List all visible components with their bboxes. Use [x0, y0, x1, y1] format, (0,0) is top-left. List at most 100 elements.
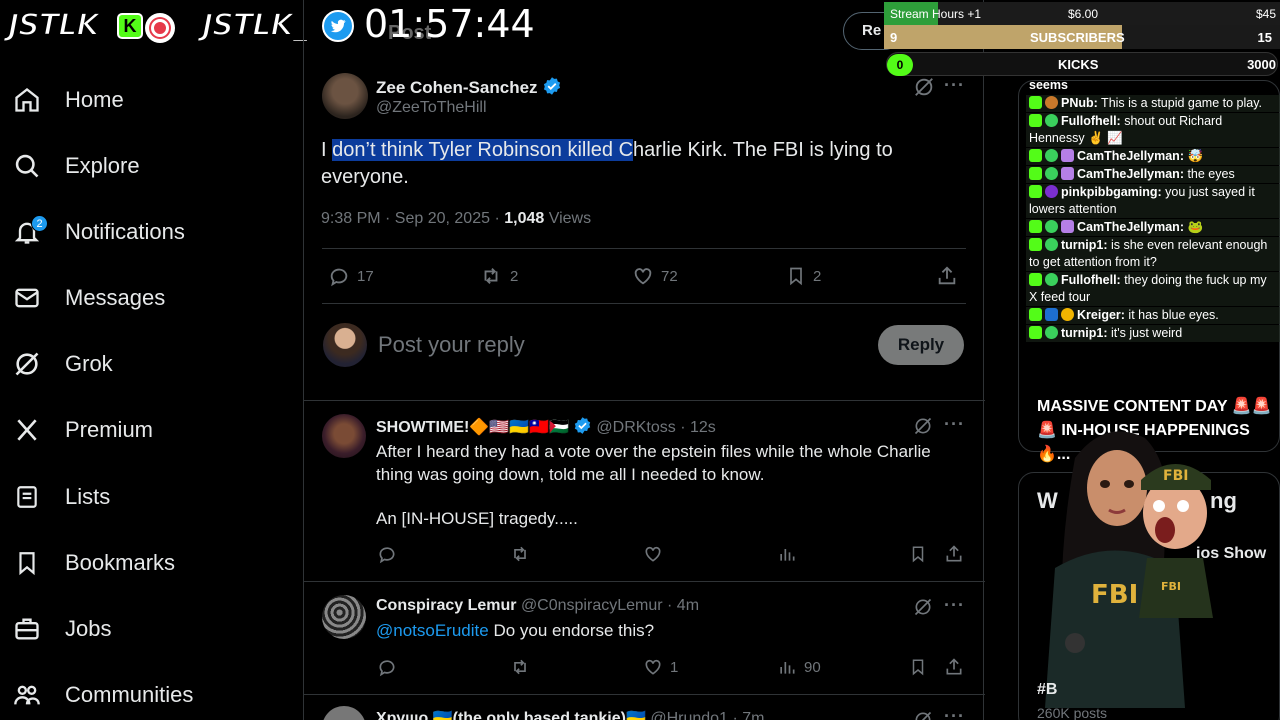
sidebar-item-lists[interactable]: Lists: [12, 472, 110, 522]
views-label: Views: [544, 210, 592, 227]
chat-text: This is a stupid game to play.: [1097, 96, 1263, 110]
reply-time[interactable]: · 4m: [667, 597, 699, 614]
heart-icon: [634, 268, 652, 285]
avatar[interactable]: [322, 595, 366, 639]
reply-action[interactable]: 17: [328, 265, 374, 287]
sidebar-item-label: Premium: [65, 417, 154, 442]
avatar[interactable]: [322, 414, 366, 458]
reply-input[interactable]: Post your reply: [378, 332, 525, 358]
bookmark-count: 2: [813, 267, 822, 285]
share-icon[interactable]: [936, 265, 958, 287]
kick-badge-icon: [1029, 114, 1042, 127]
sidebar-item-label: Lists: [65, 484, 111, 509]
author-name[interactable]: SHOWTIME!🔶🇺🇸🇺🇦🇹🇼🇵🇸: [376, 419, 569, 436]
analytics-icon: [780, 662, 795, 674]
x-icon: [12, 415, 42, 445]
kick-badge-icon: [1029, 96, 1042, 109]
reply-icon[interactable]: [377, 657, 397, 677]
repost-action[interactable]: 2: [479, 265, 518, 287]
user-badge-icon: [1045, 149, 1058, 162]
chat-user: Fullofhell:: [1061, 114, 1121, 128]
sidebar-item-bookmarks[interactable]: Bookmarks: [12, 538, 175, 588]
chat-message: Kreiger: it has blue eyes.: [1026, 307, 1280, 324]
share-icon[interactable]: [944, 657, 964, 677]
sidebar-item-jobs[interactable]: Jobs: [12, 604, 111, 654]
reply-button[interactable]: Reply: [878, 325, 964, 365]
reply-header: Conspiracy Lemur @C0nspiracyLemur · 4m: [376, 597, 699, 615]
divider: [304, 400, 985, 401]
divider: [304, 694, 985, 695]
like-count: 1: [670, 658, 679, 676]
grok-icon[interactable]: [913, 76, 935, 103]
author-handle[interactable]: @Hrundo1: [650, 710, 728, 720]
analytics-icon[interactable]: [777, 544, 797, 564]
grok-icon[interactable]: [913, 416, 933, 441]
author-name[interactable]: Conspiracy Lemur: [376, 597, 516, 614]
more-options-icon[interactable]: ···: [944, 75, 965, 96]
repost-icon[interactable]: [509, 544, 531, 564]
sidebar-item-label: Explore: [65, 153, 140, 178]
author-name[interactable]: Хрушо 🇺🇦(the only based tankie)🇺🇦: [376, 710, 646, 720]
grok-icon[interactable]: [913, 597, 933, 622]
views-count: 1,048: [504, 210, 545, 227]
sidebar-item-home[interactable]: Home: [12, 75, 124, 125]
sidebar-item-premium[interactable]: Premium: [12, 405, 153, 455]
gift-icon: [1061, 149, 1074, 162]
list-icon: [12, 482, 42, 512]
repost-icon[interactable]: [509, 657, 531, 677]
author-handle[interactable]: @DRKtoss: [596, 419, 675, 436]
post-author[interactable]: Zee Cohen-Sanchez: [376, 76, 562, 98]
more-options-icon[interactable]: ···: [944, 706, 965, 720]
sidebar-item-explore[interactable]: Explore: [12, 141, 140, 191]
divider: [322, 248, 966, 249]
more-options-icon[interactable]: ···: [944, 595, 965, 616]
reply-time[interactable]: · 7m: [732, 710, 764, 720]
avatar[interactable]: [322, 706, 366, 720]
sidebar-item-messages[interactable]: Messages: [12, 273, 165, 323]
chat-message: Fullofhell: they doing the fuck up my X …: [1026, 272, 1280, 306]
chat-text: seems: [1029, 78, 1068, 92]
author-handle[interactable]: @C0nspiracyLemur: [521, 597, 663, 614]
user-badge-icon: [1045, 326, 1058, 339]
sidebar-item-communities[interactable]: Communities: [12, 670, 193, 720]
post-text-part: I: [321, 139, 333, 161]
post-meta: 9:38 PM · Sep 20, 2025 · 1,048 Views: [321, 210, 591, 228]
chat-text: 🤯: [1183, 149, 1204, 163]
reply-icon: [330, 268, 348, 287]
sidebar-item-label: Grok: [65, 351, 113, 376]
reply-header: Хрушо 🇺🇦(the only based tankie)🇺🇦 @Hrund…: [376, 708, 764, 720]
grok-icon[interactable]: [913, 710, 933, 720]
bell-icon: 2: [12, 215, 48, 247]
author-handle[interactable]: @ZeeToTheHill: [376, 99, 487, 117]
kick-badge-icon: [1029, 167, 1042, 180]
chat-message: CamTheJellyman: 🤯: [1026, 148, 1280, 165]
trend-hashtag[interactable]: #B: [1037, 681, 1057, 699]
chat-user: PNub:: [1061, 96, 1098, 110]
avatar[interactable]: [322, 73, 368, 119]
bookmark-action[interactable]: 2: [786, 265, 821, 287]
user-badge-icon: [1045, 220, 1058, 233]
user-badge-icon: [1045, 273, 1058, 286]
like-action[interactable]: 1: [643, 657, 678, 677]
like-action[interactable]: 72: [632, 265, 678, 287]
kick-badge-icon: [1029, 238, 1042, 251]
bookmark-icon[interactable]: [909, 544, 927, 564]
heart-icon[interactable]: [643, 544, 663, 564]
reply-top-button[interactable]: Re: [862, 22, 881, 39]
post-timestamp[interactable]: 9:38 PM · Sep 20, 2025 ·: [321, 210, 504, 227]
sidebar-item-notifications[interactable]: 2 Notifications: [12, 207, 185, 257]
share-icon[interactable]: [944, 544, 964, 564]
trend-post-count: 260K posts: [1037, 705, 1108, 720]
user-badge-icon: [1045, 96, 1058, 109]
views-action[interactable]: 90: [777, 657, 821, 677]
gift-icon: [1061, 220, 1074, 233]
more-options-icon[interactable]: ···: [944, 414, 965, 435]
bookmark-icon[interactable]: [909, 657, 927, 677]
reply-icon[interactable]: [377, 544, 397, 564]
sidebar-item-grok[interactable]: Grok: [12, 339, 113, 389]
mention-link[interactable]: @notsoErudite: [376, 621, 489, 640]
reply-time[interactable]: · 12s: [680, 419, 716, 436]
svg-text:FBI: FBI: [1161, 580, 1181, 593]
user-badge-icon: [1045, 185, 1058, 198]
user-badge-icon: [1045, 238, 1058, 251]
